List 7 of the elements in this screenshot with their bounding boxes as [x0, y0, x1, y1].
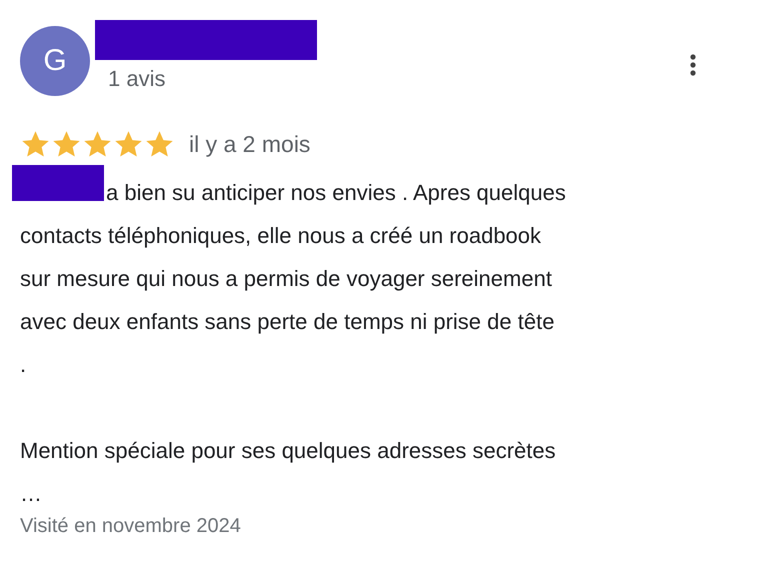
more-options-icon[interactable]: [690, 54, 696, 76]
review-text: a bien su anticiper nos envies . Apres quelques contacts téléphoniques, elle nous a créé un roadbook sur mesure qui nous a permis de voyager sereinement avec deux enfants sans perte de temps ni prise de tête .: [20, 179, 567, 379]
review-count: 1 avis: [108, 66, 166, 92]
visit-date: Visité en novembre 2024: [20, 515, 242, 538]
avatar: G: [20, 26, 90, 96]
review-date: il y a 2 mois: [189, 131, 310, 158]
review-text: Mention spéciale pour ses quelques adresses secrètes …: [20, 437, 557, 508]
